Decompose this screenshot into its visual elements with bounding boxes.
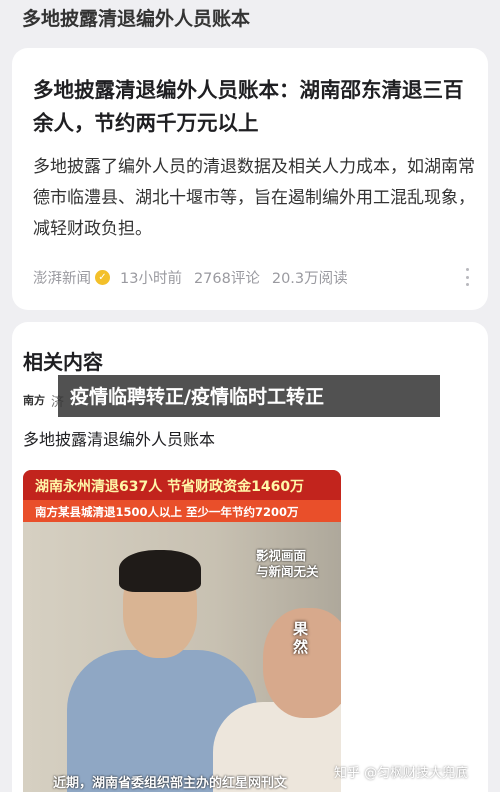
thumbnail-disclaimer: 影视画面 与新闻无关 xyxy=(256,548,319,579)
overlay-banner: 疫情临聘转正/疫情临时工转正 xyxy=(58,375,440,417)
article-title[interactable]: 多地披露清退编外人员账本：湖南邵东清退三百余人，节约两千万元以上 xyxy=(33,74,473,140)
overlay-text: 疫情临聘转正/疫情临时工转正 xyxy=(70,386,324,408)
related-item-title[interactable]: 多地披露清退编外人员账本 xyxy=(23,426,215,450)
verified-badge-icon: ✓ xyxy=(95,269,110,285)
article-card[interactable]: 多地披露清退编外人员账本：湖南邵东清退三百余人，节约两千万元以上 多地披露了编外… xyxy=(12,48,488,310)
thumbnail-banner-sub: 南方某县城清退1500人以上 至少一年节约7200万 xyxy=(23,500,341,522)
page-header: 多地披露清退编外人员账本 xyxy=(0,0,500,42)
article-meta: 澎湃新闻 ✓ 13小时前 2768评论 20.3万阅读 xyxy=(33,266,348,288)
article-reads: 20.3万阅读 xyxy=(271,270,348,287)
source-logo-icon: 南方 xyxy=(23,394,45,407)
related-heading: 相关内容 xyxy=(23,350,103,374)
more-vertical-icon[interactable] xyxy=(464,268,470,286)
thumbnail-subtitle: 近期，湖南省委组织部主办的红星网刊文 xyxy=(53,776,288,791)
page-title: 多地披露清退编外人员账本 xyxy=(22,8,251,30)
thumbnail-banner-top: 湖南永州清退637人 节省财政资金1460万 xyxy=(23,470,341,500)
article-source[interactable]: 澎湃新闻 xyxy=(33,267,91,288)
article-time: 13小时前 xyxy=(120,270,182,287)
zhihu-watermark: 知乎 @匀枫财技大兜底 xyxy=(334,766,469,781)
related-video-thumbnail[interactable]: 湖南永州清退637人 节省财政资金1460万 南方某县城清退1500人以上 至少… xyxy=(23,470,341,792)
article-summary[interactable]: 多地披露了编外人员的清退数据及相关人力成本，如湖南常德市临澧县、湖北十堰市等，旨… xyxy=(33,152,478,245)
article-comments[interactable]: 2768评论 xyxy=(194,267,260,288)
thumbnail-seal: 果然 xyxy=(293,620,309,656)
